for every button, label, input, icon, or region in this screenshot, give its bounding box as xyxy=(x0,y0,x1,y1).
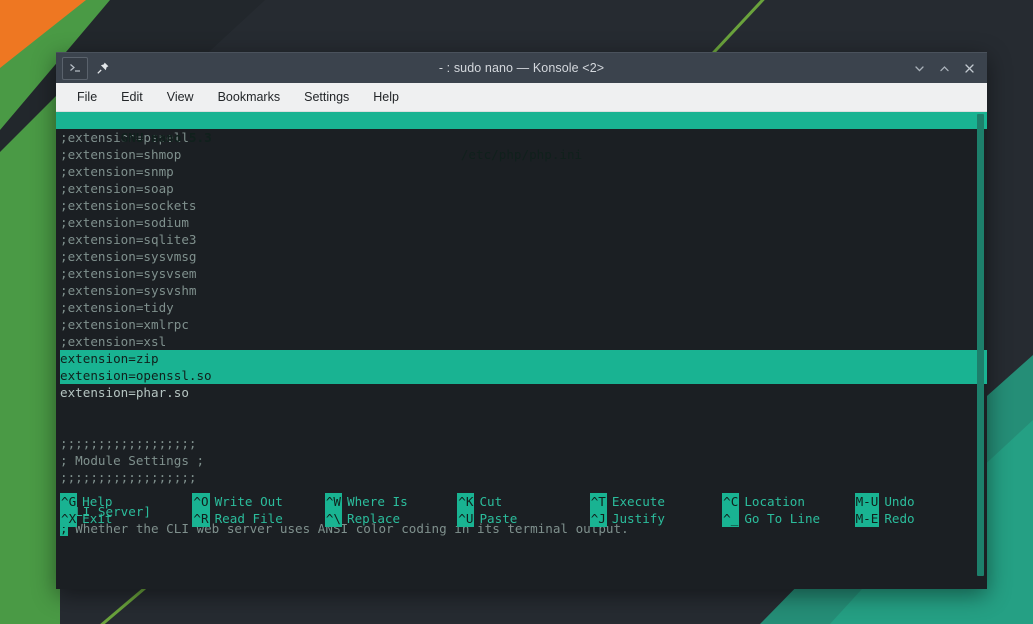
nano-line: extension=openssl.so xyxy=(60,367,987,384)
nano-title-bar: GNU nano 5.3 /etc/php/php.ini xyxy=(56,112,987,162)
nano-line: ;extension=sodium xyxy=(60,215,189,230)
shortcut-label: Exit xyxy=(82,511,113,526)
scrollbar-thumb[interactable] xyxy=(977,114,984,576)
shortcut-key: ^\ xyxy=(324,510,343,527)
shortcut-execute[interactable]: ^T Execute xyxy=(589,493,722,510)
shortcut-read-file[interactable]: ^R Read File xyxy=(192,510,324,527)
shortcut-label: Justify xyxy=(611,511,665,526)
shortcut-key: ^C xyxy=(722,493,740,510)
menu-bar: File Edit View Bookmarks Settings Help xyxy=(56,83,987,112)
shortcut-location[interactable]: ^C Location xyxy=(722,493,854,510)
nano-text-buffer[interactable]: ;extension=pspell;extension=shmop;extens… xyxy=(56,129,987,537)
shortcut-go-to-line[interactable]: ^_ Go To Line xyxy=(722,510,854,527)
nano-line xyxy=(60,418,987,435)
maximize-button[interactable] xyxy=(937,61,951,75)
shortcut-exit[interactable]: ^X Exit xyxy=(60,510,192,527)
shortcut-label: Location xyxy=(744,494,805,509)
shortcut-key: ^G xyxy=(60,493,78,510)
nano-line: ;extension=tidy xyxy=(60,300,174,315)
close-button[interactable] xyxy=(962,61,976,75)
nano-line: ; Module Settings ; xyxy=(60,453,205,468)
nano-selected-text: extension=phar.so xyxy=(60,385,189,400)
nano-line: ;extension=sockets xyxy=(60,198,197,213)
shortcut-key: ^T xyxy=(589,493,607,510)
shortcut-key: M-U xyxy=(854,493,880,510)
tab-strip xyxy=(56,53,116,83)
shortcut-label: Paste xyxy=(479,511,518,526)
shortcut-label: Go To Line xyxy=(744,511,821,526)
nano-line: ;extension=sysvshm xyxy=(60,283,197,298)
terminal-icon[interactable] xyxy=(62,56,88,80)
nano-line: ;extension=soap xyxy=(60,181,174,196)
nano-line: ;extension=snmp xyxy=(60,164,174,179)
window-controls xyxy=(912,61,987,75)
shortcut-where-is[interactable]: ^W Where Is xyxy=(324,493,457,510)
shortcut-key: ^U xyxy=(457,510,475,527)
nano-line xyxy=(60,401,987,418)
shortcut-key: ^J xyxy=(589,510,607,527)
shortcut-paste[interactable]: ^U Paste xyxy=(457,510,589,527)
menu-edit[interactable]: Edit xyxy=(110,87,154,107)
nano-filename: /etc/php/php.ini xyxy=(460,147,583,162)
shortcut-label: Execute xyxy=(611,494,665,509)
shortcut-label: Undo xyxy=(884,494,915,509)
nano-line: ;extension=sysvmsg xyxy=(60,249,197,264)
pin-icon[interactable] xyxy=(90,57,116,80)
nano-line: ;extension=sysvsem xyxy=(60,266,197,281)
menu-file[interactable]: File xyxy=(66,87,108,107)
shortcut-label: Read File xyxy=(214,511,283,526)
nano-line: extension=zip xyxy=(60,350,987,367)
shortcut-key: M-E xyxy=(854,510,880,527)
shortcut-label: Redo xyxy=(884,511,915,526)
menu-help[interactable]: Help xyxy=(362,87,410,107)
shortcut-undo[interactable]: M-U Undo xyxy=(854,493,987,510)
menu-settings[interactable]: Settings xyxy=(293,87,360,107)
nano-line: ;;;;;;;;;;;;;;;;;; xyxy=(60,470,197,485)
shortcut-redo[interactable]: M-E Redo xyxy=(854,510,987,527)
nano-line: ;extension=xsl xyxy=(60,334,167,349)
shortcut-label: Help xyxy=(82,494,113,509)
shortcut-help[interactable]: ^G Help xyxy=(60,493,192,510)
nano-line: ;;;;;;;;;;;;;;;;;; xyxy=(60,436,197,451)
nano-line: ;extension=xmlrpc xyxy=(60,317,189,332)
nano-line: extension=phar.so xyxy=(60,384,987,401)
shortcut-key: ^O xyxy=(192,493,210,510)
menu-view[interactable]: View xyxy=(156,87,205,107)
shortcut-write-out[interactable]: ^O Write Out xyxy=(192,493,324,510)
shortcut-key: ^R xyxy=(192,510,210,527)
shortcut-label: Replace xyxy=(347,511,401,526)
shortcut-key: ^W xyxy=(324,493,343,510)
window-titlebar[interactable]: - : sudo nano — Konsole <2> xyxy=(56,52,987,83)
nano-shortcut-bar: ^G Help ^O Write Out ^W Where Is ^K Cut ^T Execut… xyxy=(56,493,987,527)
shortcut-cut[interactable]: ^K Cut xyxy=(457,493,589,510)
nano-line: ;extension=sqlite3 xyxy=(60,232,197,247)
shortcut-justify[interactable]: ^J Justify xyxy=(589,510,722,527)
window-title: - : sudo nano — Konsole <2> xyxy=(438,61,605,75)
nano-version: GNU nano 5.3 xyxy=(120,130,212,145)
shortcut-replace[interactable]: ^\ Replace xyxy=(324,510,457,527)
shortcut-key: ^X xyxy=(60,510,78,527)
terminal-scrollbar[interactable] xyxy=(977,114,984,587)
minimize-button[interactable] xyxy=(912,61,926,75)
shortcut-label: Where Is xyxy=(347,494,408,509)
menu-bookmarks[interactable]: Bookmarks xyxy=(207,87,292,107)
shortcut-label: Cut xyxy=(479,494,503,509)
shortcut-label: Write Out xyxy=(214,494,283,509)
shortcut-key: ^_ xyxy=(722,510,740,527)
terminal-area[interactable]: GNU nano 5.3 /etc/php/php.ini ;extension… xyxy=(56,112,987,589)
shortcut-key: ^K xyxy=(457,493,475,510)
konsole-window: - : sudo nano — Konsole <2> File Edit Vi… xyxy=(56,52,987,589)
